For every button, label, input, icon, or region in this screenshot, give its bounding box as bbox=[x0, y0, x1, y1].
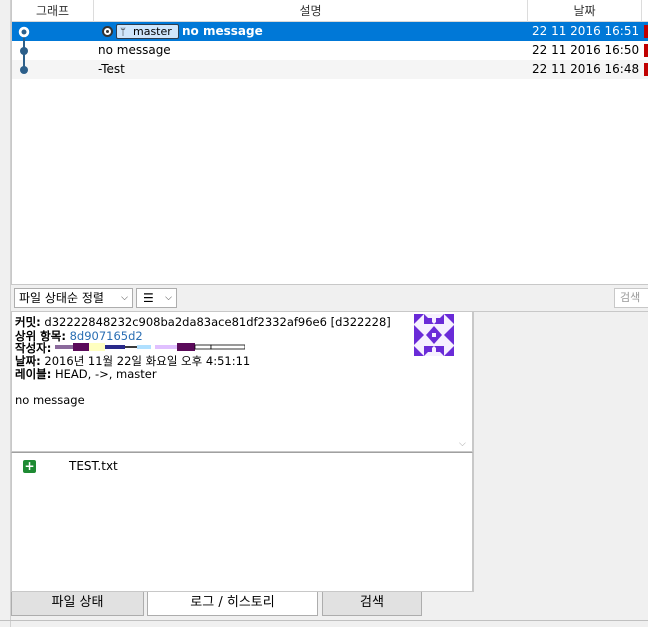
date-line: 날짜: 2016년 11월 22일 화요일 오후 4:51:11 bbox=[15, 354, 250, 368]
file-toolbar: 파일 상태순 정렬 ⌵ ☰ ⌵ 검색 bbox=[11, 285, 648, 311]
list-view-icon: ☰ bbox=[143, 291, 154, 305]
graph-node-icon bbox=[20, 47, 28, 55]
author-label: 작성자: bbox=[15, 341, 52, 355]
graph-node-icon bbox=[20, 66, 28, 74]
divider bbox=[0, 620, 648, 621]
log-row-selected[interactable]: ᛘ master no message 22 11 2016 16:51 bbox=[12, 22, 648, 41]
head-marker-icon bbox=[102, 26, 113, 37]
details-scrollbar[interactable]: ⌵ bbox=[456, 312, 472, 451]
commit-message: -Test bbox=[98, 62, 125, 76]
commit-line: 커밋: d32222848232c908ba2da83ace81df2332af… bbox=[15, 315, 391, 329]
tab-search[interactable]: 검색 bbox=[322, 592, 422, 616]
log-row[interactable]: no message 22 11 2016 16:50 bbox=[12, 41, 648, 60]
commit-message: no message bbox=[182, 24, 263, 38]
branch-icon: ᛘ bbox=[120, 27, 126, 38]
commit-date: 22 11 2016 16:48 bbox=[532, 62, 640, 76]
labels-label: 레이블: bbox=[15, 367, 52, 381]
commit-graph bbox=[18, 26, 30, 74]
file-name: TEST.txt bbox=[69, 459, 118, 473]
tab-file-status[interactable]: 파일 상태 bbox=[11, 592, 144, 616]
sort-dropdown[interactable]: 파일 상태순 정렬 ⌵ bbox=[14, 288, 133, 308]
commit-message-full: no message bbox=[15, 393, 85, 407]
column-header-extra[interactable] bbox=[642, 0, 648, 22]
branch-tag-label: master bbox=[133, 25, 172, 38]
commit-details: 커밋: d32222848232c908ba2da83ace81df2332af… bbox=[11, 311, 473, 452]
labels-line: 레이블: HEAD, ->, master bbox=[15, 367, 157, 381]
column-header-graph[interactable]: 그래프 bbox=[12, 0, 94, 22]
graph-node-icon bbox=[21, 29, 27, 35]
column-header-description[interactable]: 설명 bbox=[94, 0, 528, 22]
log-table[interactable]: 그래프 설명 날짜 ᛘ master no message 22 11 2016 … bbox=[11, 0, 648, 285]
parent-link[interactable]: 8d907165d2 bbox=[70, 329, 143, 343]
row-marker bbox=[644, 63, 648, 76]
date-value: 2016년 11월 22일 화요일 오후 4:51:11 bbox=[44, 354, 251, 368]
row-marker bbox=[644, 25, 648, 38]
added-file-icon: + bbox=[23, 459, 36, 473]
left-edge bbox=[0, 0, 11, 627]
diff-pane bbox=[473, 311, 648, 592]
commit-message: no message bbox=[98, 43, 171, 57]
sort-dropdown-label: 파일 상태순 정렬 bbox=[19, 291, 104, 305]
bottom-tabs: 파일 상태 로그 / 히스토리 검색 bbox=[11, 592, 648, 627]
branch-tag-master[interactable]: ᛘ master bbox=[116, 24, 179, 39]
row-marker bbox=[644, 44, 648, 57]
changed-files-list: + TEST.txt bbox=[11, 452, 473, 592]
column-header-date[interactable]: 날짜 bbox=[528, 0, 642, 22]
commit-date: 22 11 2016 16:50 bbox=[532, 43, 640, 57]
chevron-down-icon: ⌵ bbox=[165, 293, 172, 303]
avatar bbox=[414, 314, 454, 356]
commit-date: 22 11 2016 16:51 bbox=[532, 24, 640, 38]
author-redacted bbox=[55, 343, 245, 351]
commit-hash[interactable]: d32222848232c908ba2da83ace81df2332af96e6… bbox=[44, 315, 390, 329]
commit-label: 커밋: bbox=[15, 315, 41, 329]
log-header: 그래프 설명 날짜 bbox=[12, 0, 648, 22]
labels-value: HEAD, ->, master bbox=[55, 367, 157, 381]
search-input[interactable]: 검색 bbox=[614, 288, 648, 308]
log-row[interactable]: -Test 22 11 2016 16:48 bbox=[12, 60, 648, 79]
chevron-down-icon: ⌵ bbox=[121, 293, 128, 303]
scroll-down-icon[interactable]: ⌵ bbox=[459, 439, 466, 449]
view-mode-dropdown[interactable]: ☰ ⌵ bbox=[136, 288, 177, 308]
date-label: 날짜: bbox=[15, 354, 41, 368]
tab-log-history[interactable]: 로그 / 히스토리 bbox=[147, 592, 318, 616]
author-line: 작성자: bbox=[15, 341, 51, 355]
